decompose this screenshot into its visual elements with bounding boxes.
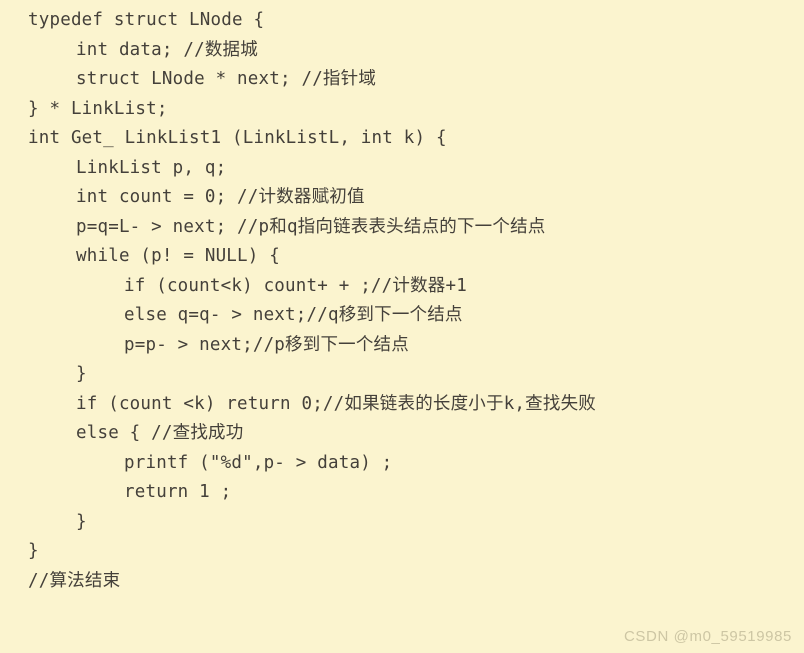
code-line: if (count<k) count+ + ;//计数器+1 xyxy=(124,275,467,296)
csdn-watermark: CSDN @m0_59519985 xyxy=(623,628,792,645)
code-line: LinkList p, q; xyxy=(76,157,227,178)
code-line: p=q=L- > next; //p和q指向链表表头结点的下一个结点 xyxy=(76,216,546,237)
code-line: int data; //数据城 xyxy=(76,39,258,60)
code-line: return 1 ; xyxy=(124,482,232,502)
code-line: } xyxy=(28,541,39,561)
code-line: } xyxy=(76,511,87,532)
code-line: int count = 0; //计数器赋初值 xyxy=(76,187,365,207)
code-line: } xyxy=(76,364,87,384)
code-snippet-block: typedef struct LNode { int data; //数据城 str… xyxy=(0,0,804,653)
code-line: while (p! = NULL) { xyxy=(76,246,280,266)
code-line: else q=q- > next;//q移到下一个结点 xyxy=(124,305,463,325)
code-line: int Get_ LinkList1 (LinkListL, int k) { xyxy=(28,128,447,148)
code-line: p=p- > next;//p移到下一个结点 xyxy=(124,334,409,355)
code-line: } * LinkList; xyxy=(28,98,168,119)
code-line: //算法结束 xyxy=(28,570,121,591)
code-line: struct LNode * next; //指针域 xyxy=(76,69,377,89)
code-line: typedef struct LNode { xyxy=(28,10,265,30)
code-line: if (count <k) return 0;//如果链表的长度小于k,查找失败 xyxy=(76,393,596,414)
code-line: printf ("%d",p- > data) ; xyxy=(124,452,393,473)
code-line: else { //查找成功 xyxy=(76,423,244,443)
code-lines-container: typedef struct LNode { int data; //数据城 str… xyxy=(0,0,804,596)
